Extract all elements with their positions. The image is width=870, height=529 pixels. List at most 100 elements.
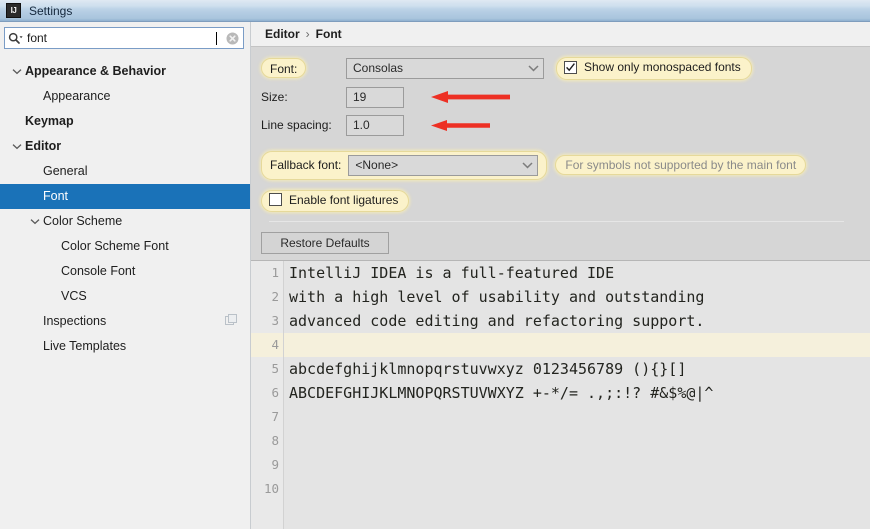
fallback-font-label: Fallback font: [270, 158, 342, 172]
checkbox-box[interactable] [269, 193, 282, 206]
line-number: 1 [271, 265, 279, 280]
sidebar-item-appearance[interactable]: Appearance [0, 84, 250, 109]
fallback-font-combobox[interactable]: <None> [348, 154, 539, 176]
fallback-font-hint: For symbols not supported by the main fo… [565, 158, 797, 172]
chevron-down-icon[interactable] [517, 161, 537, 169]
preview-code-line: advanced code editing and refactoring su… [289, 312, 705, 330]
sidebar-item-label: Live Templates [43, 339, 127, 354]
sidebar-item-label: Color Scheme [43, 214, 123, 229]
line-spacing-input[interactable]: 1.0 [346, 114, 404, 136]
title-bar: IJ Settings [0, 0, 870, 22]
line-spacing-arrow [431, 118, 491, 138]
line-spacing-label-col: Line spacing: [261, 115, 346, 135]
line-number: 2 [271, 289, 279, 304]
search-input[interactable] [27, 29, 216, 47]
sidebar-item-label: Appearance & Behavior [25, 64, 167, 79]
preview-code-line [284, 333, 870, 357]
chevron-down-icon[interactable] [28, 215, 42, 229]
preview-code-line: IntelliJ IDEA is a full-featured IDE [289, 264, 615, 282]
restore-row: Restore Defaults [261, 232, 858, 254]
size-label-col: Size: [261, 87, 346, 107]
line-spacing-row: Line spacing: 1.0 [261, 114, 858, 138]
breadcrumb-current: Font [315, 27, 342, 41]
size-label: Size: [261, 90, 288, 104]
preview-code-line: ABCDEFGHIJKLMNOPQRSTUVWXYZ +-*/= .,;:!? … [289, 384, 714, 402]
font-size-value: 19 [353, 90, 367, 104]
breadcrumb-parent[interactable]: Editor [265, 27, 300, 41]
monospaced-highlight: Show only monospaced fonts [556, 57, 752, 80]
font-preview-editor[interactable]: 1 2 3 4 5 6 7 8 9 10 IntelliJ IDEA is a full-feat… [251, 260, 870, 529]
ligatures-highlight: Enable font ligatures [261, 189, 410, 212]
line-number: 8 [271, 433, 279, 448]
sidebar-item-label: Font [43, 189, 69, 204]
line-number: 4 [271, 337, 279, 352]
line-number-gutter: 1 2 3 4 5 6 7 8 9 10 [251, 261, 284, 529]
font-settings-panel: Font: Consolas Show only monospaced font… [251, 47, 870, 254]
settings-dialog: IJ Settings font Appearance & Behavior A… [0, 0, 870, 529]
line-number: 5 [271, 361, 279, 376]
breadcrumb: Editor › Font [251, 22, 870, 47]
sidebar-item-appearance-behavior[interactable]: Appearance & Behavior [0, 59, 250, 84]
line-number: 6 [271, 385, 279, 400]
chevron-down-icon[interactable] [10, 140, 24, 154]
copy-icon[interactable] [225, 313, 238, 330]
preview-code-line: abcdefghijklmnopqrstuvwxyz 0123456789 ()… [289, 360, 687, 378]
sidebar-item-live-templates[interactable]: Live Templates [0, 334, 250, 359]
line-number: 9 [271, 457, 279, 472]
enable-font-ligatures-label: Enable font ligatures [289, 192, 399, 207]
sidebar-item-label: Editor [25, 139, 62, 154]
chevron-down-icon[interactable] [523, 64, 543, 72]
font-label-col: Font: [261, 58, 346, 79]
settings-tree[interactable]: Appearance & Behavior Appearance Keymap Edi… [0, 53, 250, 529]
sidebar-item-label: General [43, 164, 88, 179]
sidebar-item-label: Inspections [43, 314, 107, 329]
preview-code-line [284, 477, 870, 501]
font-family-combobox[interactable]: Consolas [346, 57, 544, 79]
sidebar-item-label: Color Scheme Font [61, 239, 169, 254]
font-family-value: Consolas [353, 61, 404, 76]
clear-circle-icon[interactable] [221, 28, 243, 48]
breadcrumb-separator: › [305, 27, 310, 41]
font-label: Font: [261, 58, 307, 79]
preview-code-line [284, 405, 870, 429]
line-spacing-label: Line spacing: [261, 118, 332, 132]
sidebar-item-color-scheme-font[interactable]: Color Scheme Font [0, 234, 250, 259]
preview-code-area[interactable]: IntelliJ IDEA is a full-featured IDE with… [284, 261, 870, 529]
preview-code-line [284, 429, 870, 453]
sidebar-item-label: Keymap [25, 114, 74, 129]
checkbox-box[interactable] [564, 60, 577, 74]
restore-defaults-button[interactable]: Restore Defaults [261, 232, 389, 254]
preview-code-line: with a high level of usability and outst… [289, 288, 705, 306]
sidebar-item-inspections[interactable]: Inspections [0, 309, 250, 334]
show-only-monospaced-label: Show only monospaced fonts [584, 60, 741, 74]
font-size-input[interactable]: 19 [346, 86, 404, 108]
search-dropdown-icon[interactable] [5, 28, 27, 48]
sidebar-item-font[interactable]: Font [0, 184, 250, 209]
sidebar-item-console-font[interactable]: Console Font [0, 259, 250, 284]
sidebar-item-general[interactable]: General [0, 159, 250, 184]
sidebar-item-editor[interactable]: Editor [0, 134, 250, 159]
search-area [0, 22, 250, 53]
dialog-body: Appearance & Behavior Appearance Keymap Edi… [0, 22, 870, 529]
text-caret [216, 31, 217, 45]
fallback-hint-highlight: For symbols not supported by the main fo… [555, 155, 807, 175]
enable-font-ligatures-checkbox[interactable]: Enable font ligatures [262, 191, 408, 209]
size-arrow [431, 89, 511, 110]
line-number: 10 [263, 481, 279, 496]
show-only-monospaced-checkbox[interactable]: Show only monospaced fonts [557, 58, 751, 76]
line-spacing-value: 1.0 [353, 118, 370, 132]
fallback-font-value: <None> [355, 158, 399, 172]
search-box[interactable] [4, 27, 244, 49]
sidebar-item-label: Console Font [61, 264, 136, 279]
chevron-down-icon[interactable] [10, 65, 24, 79]
settings-content: Editor › Font Font: Consolas Show only m… [251, 22, 870, 529]
fallback-font-row: Fallback font: <None> For symbols not su… [261, 150, 858, 180]
window-title: Settings [29, 3, 73, 18]
sidebar-item-color-scheme[interactable]: Color Scheme [0, 209, 250, 234]
size-row: Size: 19 [261, 86, 858, 110]
sidebar-item-label: Appearance [43, 89, 111, 104]
settings-sidebar: Appearance & Behavior Appearance Keymap Edi… [0, 22, 251, 529]
sidebar-item-keymap[interactable]: Keymap [0, 109, 250, 134]
font-row: Font: Consolas Show only monospaced font… [261, 57, 858, 80]
sidebar-item-vcs[interactable]: VCS [0, 284, 250, 309]
